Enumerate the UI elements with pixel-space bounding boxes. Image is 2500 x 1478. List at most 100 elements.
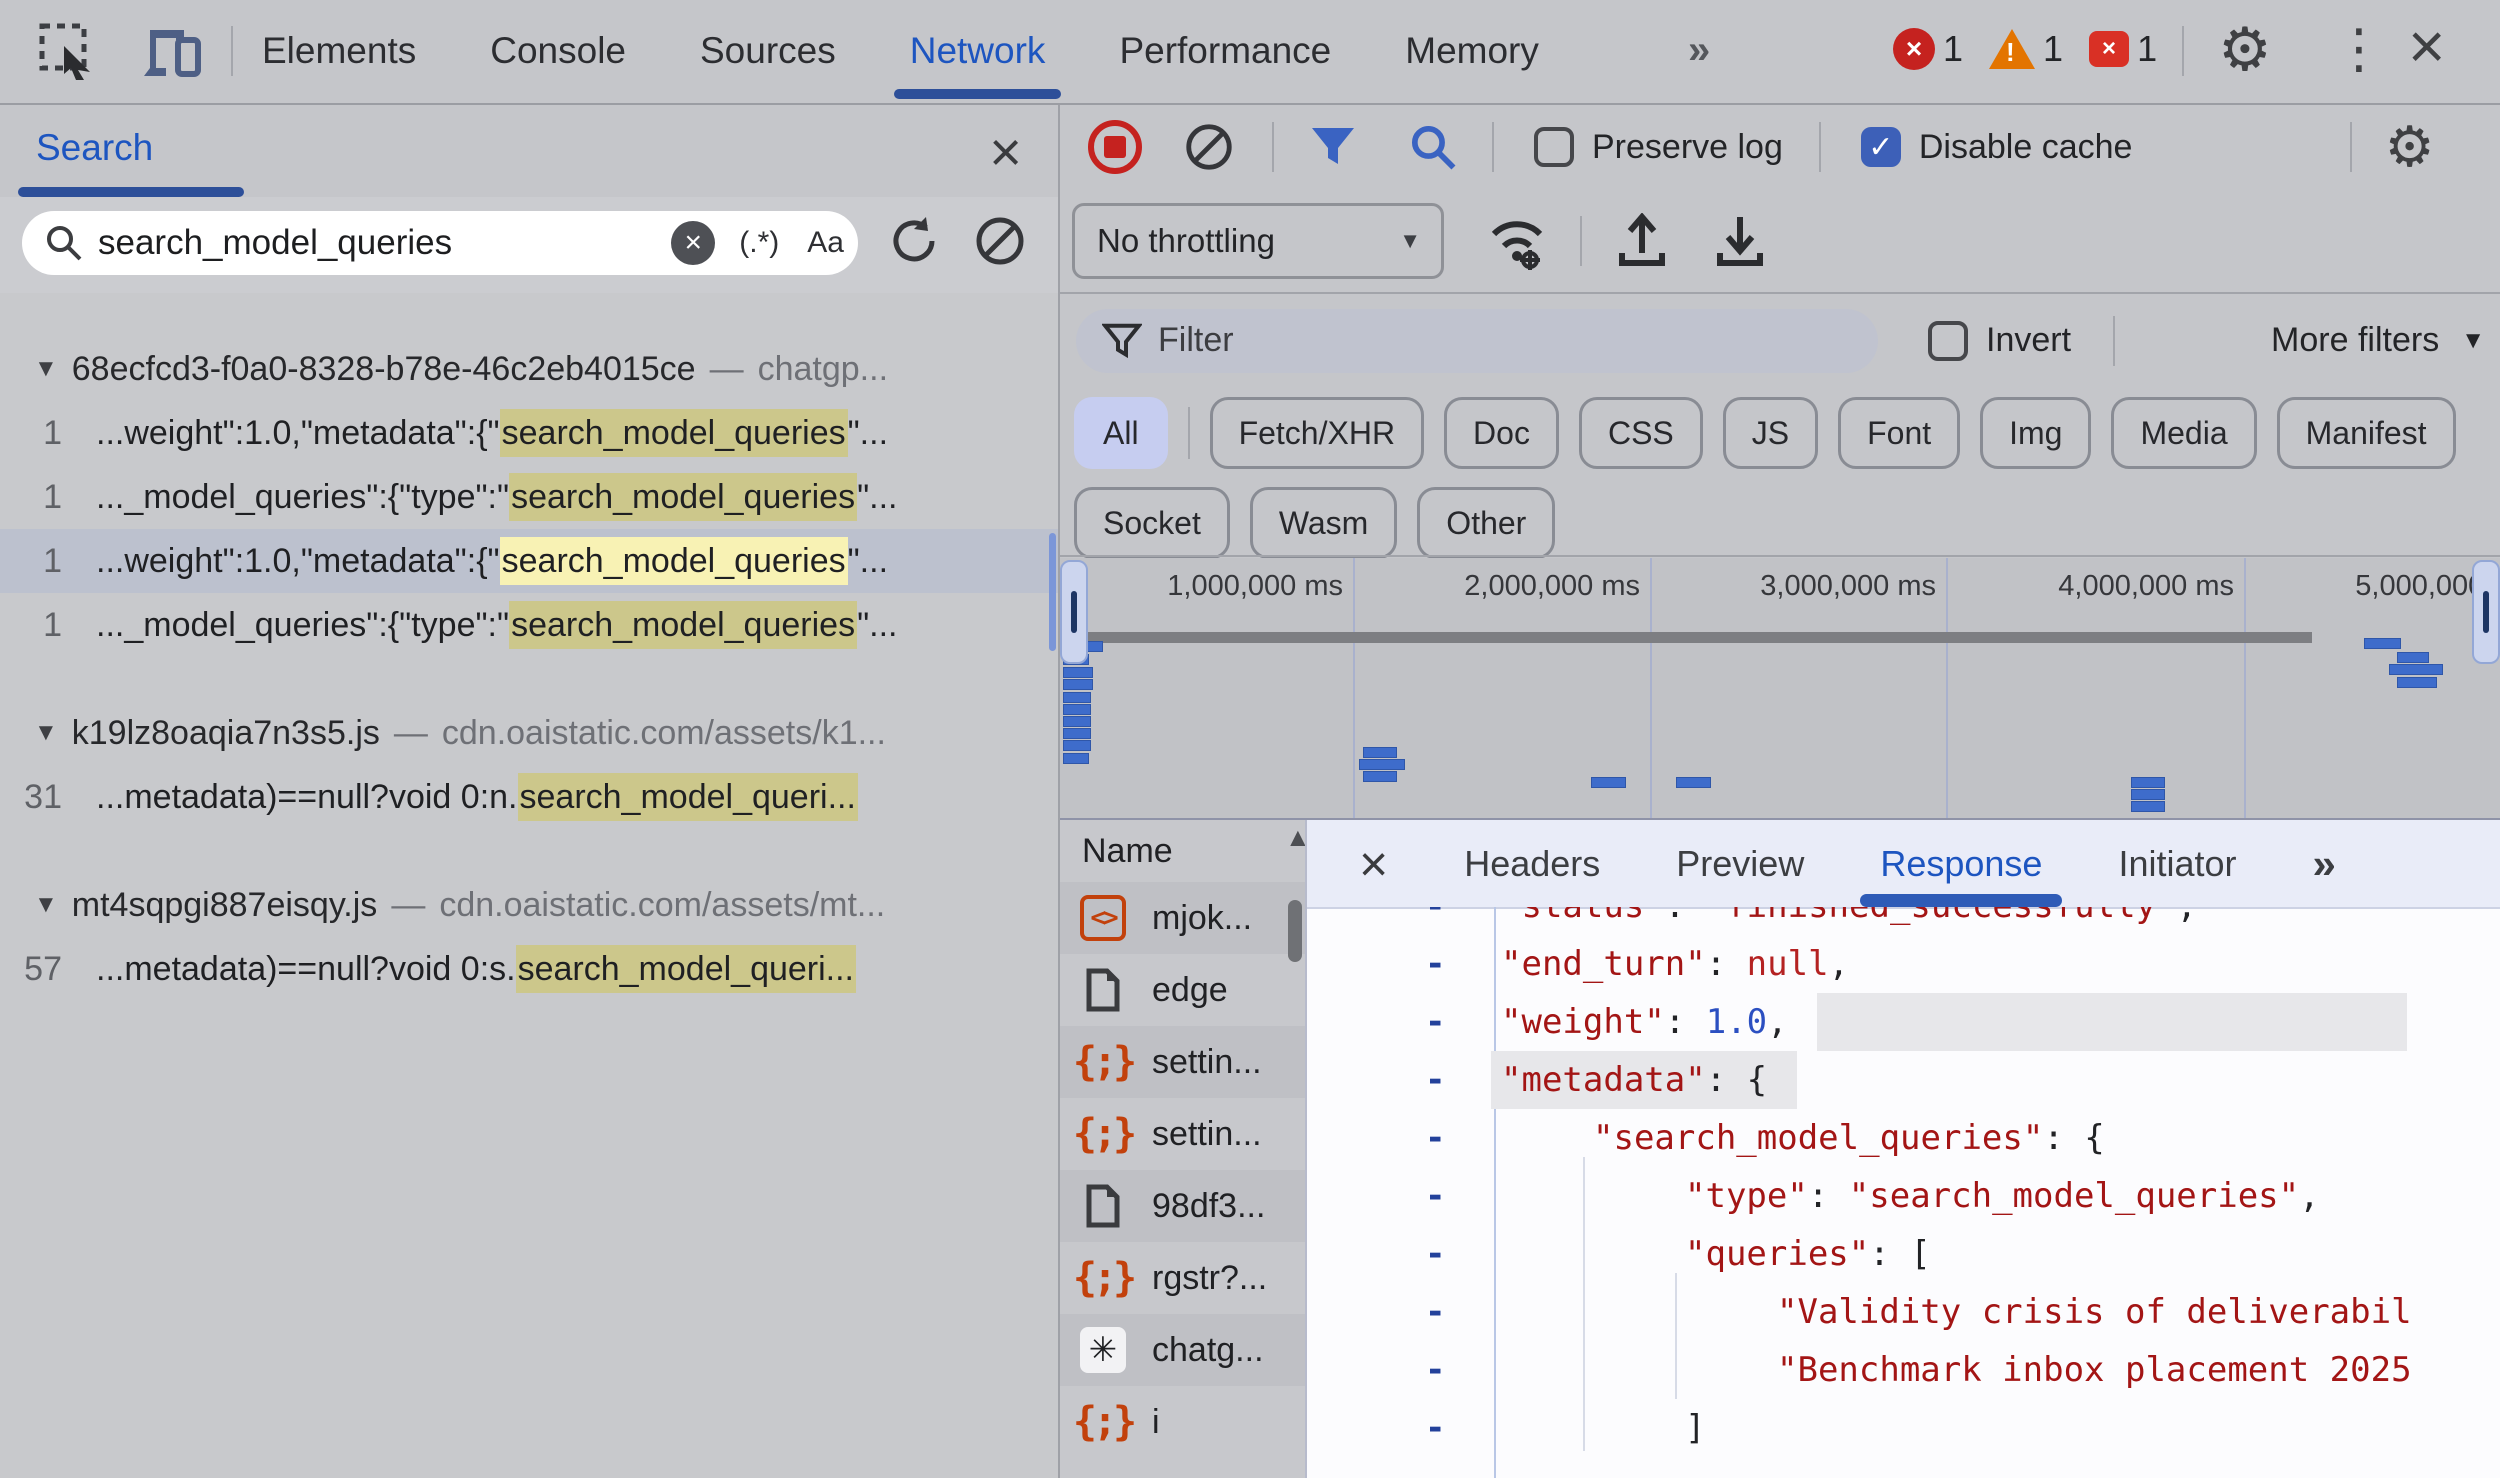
tab-console[interactable]: Console bbox=[490, 0, 626, 101]
fold-marker[interactable]: - bbox=[1425, 907, 1445, 935]
network-settings-gear-icon[interactable]: ⚙ bbox=[2384, 119, 2434, 175]
filter-chip-doc[interactable]: Doc bbox=[1444, 397, 1559, 469]
details-tab-initiator[interactable]: Initiator bbox=[2118, 820, 2236, 907]
funnel-filter-icon[interactable] bbox=[1308, 124, 1358, 170]
request-row[interactable]: 98df3... bbox=[1060, 1170, 1305, 1242]
search-tab-label[interactable]: Search bbox=[36, 127, 153, 169]
filter-chip-wasm[interactable]: Wasm bbox=[1250, 487, 1397, 559]
match-case-toggle[interactable]: Aa bbox=[807, 226, 844, 260]
clear-network-log-icon[interactable] bbox=[1182, 120, 1236, 174]
search-scrollbar-thumb[interactable] bbox=[1049, 533, 1056, 651]
regex-toggle[interactable]: (.*) bbox=[739, 226, 779, 260]
issues-badge[interactable]: × 1 bbox=[2089, 28, 2157, 70]
tab-performance[interactable]: Performance bbox=[1119, 0, 1331, 101]
search-match-row[interactable]: 1..._model_queries":{"type":"search_mode… bbox=[0, 593, 1058, 657]
network-search-icon[interactable] bbox=[1408, 122, 1458, 172]
request-row[interactable]: edge bbox=[1060, 954, 1305, 1026]
tree-expand-caret-icon[interactable]: ▼ bbox=[34, 891, 58, 919]
warning-badge[interactable]: ! 1 bbox=[1989, 28, 2063, 70]
fold-marker[interactable]: - bbox=[1425, 1225, 1445, 1283]
disable-cache-checkbox[interactable]: ✓ bbox=[1861, 127, 1901, 167]
more-tabs-icon[interactable]: » bbox=[1688, 28, 1704, 73]
network-overview-timeline[interactable]: 1,000,000 ms2,000,000 ms3,000,000 ms4,00… bbox=[1060, 558, 2500, 820]
record-stop-icon[interactable] bbox=[1088, 120, 1142, 174]
token-str: "end_turn" bbox=[1501, 944, 1706, 984]
request-row[interactable]: {;}rgstr?... bbox=[1060, 1242, 1305, 1314]
network-conditions-icon[interactable] bbox=[1486, 212, 1548, 270]
request-row[interactable]: {;}settin... bbox=[1060, 1098, 1305, 1170]
tab-network[interactable]: Network bbox=[910, 0, 1046, 101]
filter-chip-media[interactable]: Media bbox=[2111, 397, 2256, 469]
device-toolbar-icon[interactable] bbox=[140, 22, 202, 80]
filter-chip-all[interactable]: All bbox=[1074, 397, 1168, 469]
filter-chip-manifest[interactable]: Manifest bbox=[2277, 397, 2456, 469]
filter-chip-css[interactable]: CSS bbox=[1579, 397, 1703, 469]
kebab-menu-icon[interactable]: ⋮ bbox=[2332, 22, 2386, 76]
token-pun: : bbox=[1665, 1002, 1706, 1042]
tab-memory[interactable]: Memory bbox=[1405, 0, 1539, 101]
filter-input[interactable]: Filter bbox=[1076, 309, 1878, 373]
more-details-tabs-icon[interactable]: » bbox=[2313, 840, 2330, 888]
request-row[interactable]: {;}settin... bbox=[1060, 1026, 1305, 1098]
search-icon bbox=[44, 223, 84, 263]
file-icon bbox=[1080, 967, 1126, 1013]
search-result-file-header[interactable]: ▼mt4sqpgi887eisqy.js—cdn.oaistatic.com/a… bbox=[0, 873, 1058, 937]
search-match-row[interactable]: 1...weight":1.0,"metadata":{"search_mode… bbox=[0, 529, 1058, 593]
filter-chip-socket[interactable]: Socket bbox=[1074, 487, 1230, 559]
filter-chip-font[interactable]: Font bbox=[1838, 397, 1960, 469]
search-match-row[interactable]: 57...metadata)==null?void 0:s.search_mod… bbox=[0, 937, 1058, 1001]
fold-marker[interactable]: - bbox=[1425, 935, 1445, 993]
search-match-row[interactable]: 31...metadata)==null?void 0:n.search_mod… bbox=[0, 765, 1058, 829]
import-har-icon[interactable] bbox=[1616, 213, 1668, 269]
filter-chip-other[interactable]: Other bbox=[1417, 487, 1555, 559]
fold-marker[interactable]: - bbox=[1425, 993, 1445, 1051]
search-results-list: ▼68ecfcd3-f0a0-8328-b78e-46c2eb4015ce—ch… bbox=[0, 293, 1058, 1478]
inspect-element-icon[interactable] bbox=[38, 22, 96, 80]
timeline-right-handle[interactable] bbox=[2472, 560, 2500, 664]
error-badge[interactable]: × 1 bbox=[1893, 28, 1963, 70]
export-har-icon[interactable] bbox=[1714, 213, 1766, 269]
response-body-viewer[interactable]: -"status": "finished_successfully",-"end… bbox=[1307, 907, 2500, 1478]
filter-chip-js[interactable]: JS bbox=[1723, 397, 1818, 469]
search-result-file-header[interactable]: ▼68ecfcd3-f0a0-8328-b78e-46c2eb4015ce—ch… bbox=[0, 337, 1058, 401]
close-details-icon[interactable]: × bbox=[1359, 835, 1388, 893]
fold-marker[interactable]: - bbox=[1425, 1109, 1445, 1167]
indent-guide bbox=[1583, 1157, 1585, 1451]
clear-query-icon[interactable]: × bbox=[671, 221, 715, 265]
close-search-icon[interactable]: × bbox=[989, 119, 1022, 184]
close-devtools-icon[interactable]: × bbox=[2408, 14, 2445, 78]
request-row[interactable]: {;}i bbox=[1060, 1386, 1305, 1458]
tab-elements[interactable]: Elements bbox=[262, 0, 416, 101]
tree-expand-caret-icon[interactable]: ▼ bbox=[34, 355, 58, 383]
throttling-select[interactable]: No throttling ▼ bbox=[1072, 203, 1444, 279]
fold-marker[interactable]: - bbox=[1425, 1399, 1445, 1457]
tree-expand-caret-icon[interactable]: ▼ bbox=[34, 719, 58, 747]
table-scrollbar-thumb[interactable] bbox=[1288, 900, 1302, 962]
more-filters-button[interactable]: More filters ▼ bbox=[2271, 321, 2485, 360]
fold-marker[interactable]: - bbox=[1425, 1283, 1445, 1341]
search-match-row[interactable]: 1...weight":1.0,"metadata":{"search_mode… bbox=[0, 401, 1058, 465]
invert-checkbox[interactable] bbox=[1928, 321, 1968, 361]
timeline-left-handle[interactable] bbox=[1060, 560, 1088, 664]
name-column-header[interactable]: Name bbox=[1060, 820, 1305, 884]
search-match-row[interactable]: 1..._model_queries":{"type":"search_mode… bbox=[0, 465, 1058, 529]
clear-search-results-icon[interactable] bbox=[972, 213, 1028, 269]
tab-sources[interactable]: Sources bbox=[700, 0, 836, 101]
search-result-file-header[interactable]: ▼k19lz8oaqia7n3s5.js—cdn.oaistatic.com/a… bbox=[0, 701, 1058, 765]
details-tab-preview[interactable]: Preview bbox=[1676, 820, 1804, 907]
refresh-search-icon[interactable] bbox=[886, 213, 942, 269]
preserve-log-checkbox[interactable] bbox=[1534, 127, 1574, 167]
details-tab-response[interactable]: Response bbox=[1880, 820, 2042, 907]
fold-marker[interactable]: - bbox=[1425, 1341, 1445, 1399]
search-input[interactable]: search_model_queries × (.*) Aa bbox=[22, 211, 858, 275]
request-row[interactable]: <>mjok... bbox=[1060, 882, 1305, 954]
toolbar-divider bbox=[231, 26, 233, 76]
search-result-group: ▼k19lz8oaqia7n3s5.js—cdn.oaistatic.com/a… bbox=[0, 701, 1058, 829]
settings-gear-icon[interactable]: ⚙ bbox=[2218, 20, 2272, 80]
fold-marker[interactable]: - bbox=[1425, 1051, 1445, 1109]
filter-chip-fetchxhr[interactable]: Fetch/XHR bbox=[1210, 397, 1424, 469]
fold-marker[interactable]: - bbox=[1425, 1167, 1445, 1225]
filter-chip-img[interactable]: Img bbox=[1980, 397, 2091, 469]
request-row[interactable]: ✳chatg... bbox=[1060, 1314, 1305, 1386]
details-tab-headers[interactable]: Headers bbox=[1464, 820, 1600, 907]
